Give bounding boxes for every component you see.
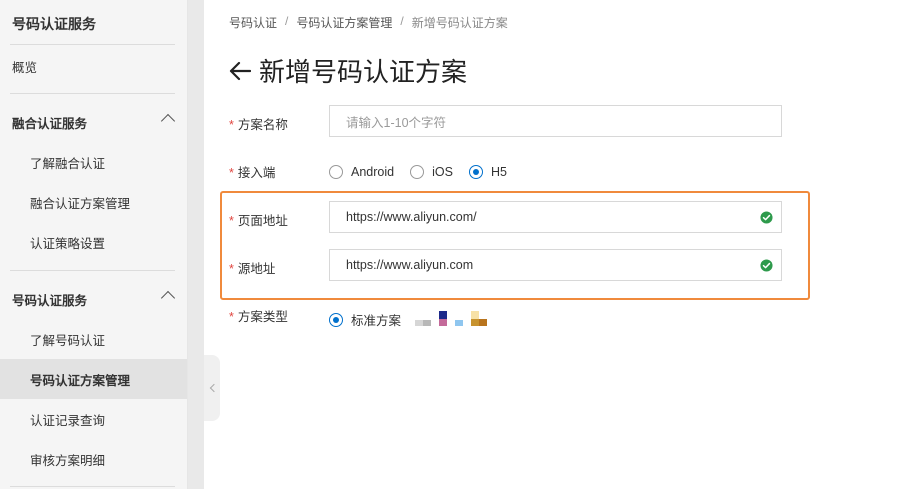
scheme-name-label: * 方案名称 <box>229 114 288 133</box>
sidebar-item-review-details[interactable]: 审核方案明细 <box>0 439 187 479</box>
sidebar-group-label: 融合认证服务 <box>12 116 88 131</box>
radio-h5[interactable]: H5 <box>468 165 507 179</box>
page-url-label: * 页面地址 <box>229 210 288 229</box>
chevron-left-icon <box>209 383 218 393</box>
sidebar-divider <box>10 93 175 94</box>
radio-circle-selected <box>468 165 483 179</box>
radio-label: 标准方案 <box>351 314 402 328</box>
breadcrumb-item-scheme-mgmt[interactable]: 号码认证方案管理 <box>296 14 392 31</box>
page-header: 新增号码认证方案 <box>229 52 467 89</box>
radio-standard-scheme[interactable]: 标准方案 <box>329 310 401 329</box>
sidebar-title: 号码认证服务 <box>12 16 96 32</box>
scheme-type-radio-group: 标准方案 <box>329 310 488 329</box>
sidebar-item-fusion-scheme-mgmt[interactable]: 融合认证方案管理 <box>0 182 187 222</box>
scheme-name-label-text: 方案名称 <box>237 118 288 132</box>
radio-circle <box>410 165 425 179</box>
radio-ios[interactable]: iOS <box>410 165 453 179</box>
sidebar-group-fusion[interactable]: 融合认证服务 <box>12 102 187 142</box>
sidebar-divider <box>10 270 175 271</box>
access-port-label-text: 接入端 <box>237 166 276 180</box>
access-port-label: * 接入端 <box>229 162 275 181</box>
sidebar-divider <box>10 44 175 45</box>
page-url-input[interactable]: https://www.aliyun.com/ <box>329 201 782 233</box>
sidebar-collapse-handle[interactable] <box>204 355 220 421</box>
sidebar-scrollbar[interactable] <box>188 0 204 489</box>
sidebar-item-auth-records[interactable]: 认证记录查询 <box>0 399 187 439</box>
sidebar: 号码认证服务 概览 融合认证服务 了解融合认证 融合认证方案管理 认证策略设置 … <box>0 0 188 489</box>
page-title: 新增号码认证方案 <box>259 57 468 87</box>
scheme-name-input[interactable]: 请输入1-10个字符 <box>329 105 782 137</box>
breadcrumb-item-current: 新增号码认证方案 <box>411 16 508 30</box>
sidebar-divider <box>10 486 175 487</box>
radio-label: Android <box>351 165 395 179</box>
required-mark: * <box>229 310 234 324</box>
source-url-label-text: 源地址 <box>237 262 276 276</box>
breadcrumb-item-number-auth[interactable]: 号码认证 <box>229 14 277 31</box>
sidebar-item-overview[interactable]: 概览 <box>0 46 187 86</box>
source-url-input[interactable]: https://www.aliyun.com <box>329 249 782 281</box>
radio-circle <box>329 165 343 179</box>
radio-circle-selected <box>329 312 343 327</box>
source-url-value: https://www.aliyun.com <box>346 258 474 272</box>
sidebar-item-about-number-auth[interactable]: 了解号码认证 <box>0 319 187 359</box>
sidebar-item-auth-policy[interactable]: 认证策略设置 <box>0 222 187 262</box>
scheme-type-label: * 方案类型 <box>229 306 288 325</box>
chevron-up-icon <box>160 113 176 129</box>
radio-label: iOS <box>432 165 453 179</box>
sidebar-group-number-auth[interactable]: 号码认证服务 <box>12 279 187 319</box>
breadcrumb-separator: / <box>285 14 289 28</box>
page-url-value: https://www.aliyun.com/ <box>346 210 477 224</box>
required-mark: * <box>229 166 234 180</box>
scheme-preview-icon <box>415 310 488 326</box>
chevron-up-icon <box>160 290 176 306</box>
sidebar-item-about-fusion[interactable]: 了解融合认证 <box>0 142 187 182</box>
required-mark: * <box>229 118 234 132</box>
check-circle-icon <box>760 259 773 272</box>
arrow-left-icon[interactable] <box>229 61 251 81</box>
source-url-label: * 源地址 <box>229 258 275 277</box>
scheme-type-label-text: 方案类型 <box>237 310 288 324</box>
radio-label: H5 <box>490 165 507 179</box>
radio-android[interactable]: Android <box>329 165 394 179</box>
sidebar-group-label: 号码认证服务 <box>12 293 88 308</box>
check-circle-icon <box>760 211 773 224</box>
required-mark: * <box>229 262 234 276</box>
scheme-name-placeholder: 请输入1-10个字符 <box>346 115 447 130</box>
access-port-radio-group: Android iOS H5 <box>329 165 523 179</box>
page-url-label-text: 页面地址 <box>237 214 288 228</box>
breadcrumb: 号码认证 / 号码认证方案管理 / 新增号码认证方案 <box>229 14 508 31</box>
required-mark: * <box>229 214 234 228</box>
breadcrumb-separator: / <box>400 14 404 28</box>
sidebar-item-number-scheme-mgmt[interactable]: 号码认证方案管理 <box>0 359 187 399</box>
